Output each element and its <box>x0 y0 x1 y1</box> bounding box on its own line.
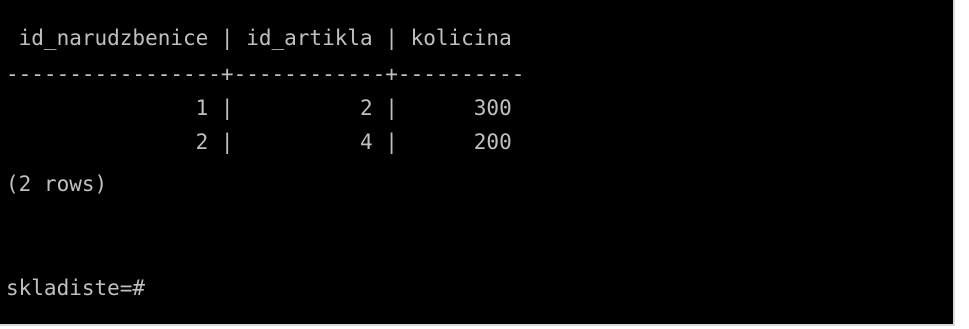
table-header: id_narudzbenice | id_artikla | kolicina <box>6 26 512 50</box>
table-separator: -----------------+------------+---------… <box>6 62 525 86</box>
row-count: (2 rows) <box>6 172 108 196</box>
terminal-window[interactable]: id_narudzbenice | id_artikla | kolicina … <box>0 0 955 326</box>
command-prompt[interactable]: skladiste=# <box>6 271 145 305</box>
table-row: 2 | 4 | 200 <box>6 130 512 154</box>
table-row: 1 | 2 | 300 <box>6 96 512 120</box>
